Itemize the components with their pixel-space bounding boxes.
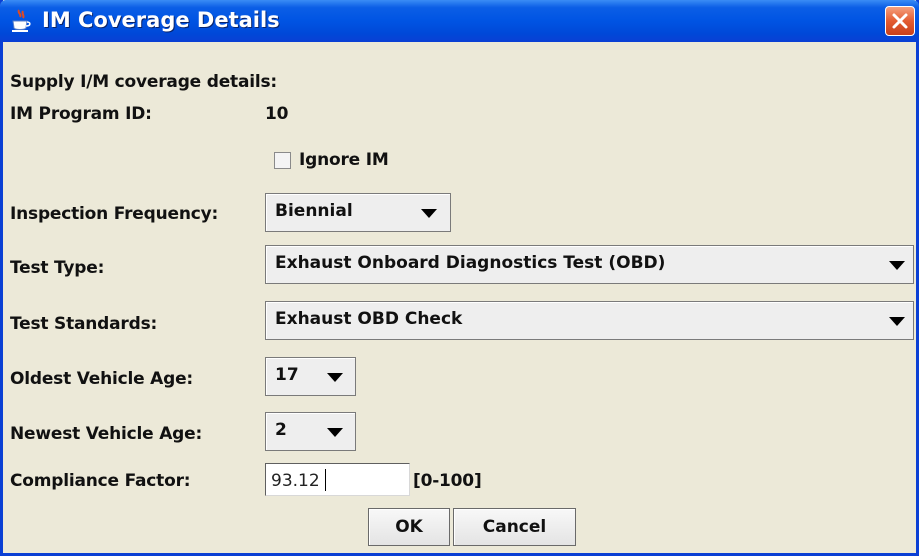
oldest-vehicle-age-dropdown[interactable]: 17 [265, 357, 356, 396]
compliance-factor-label: Compliance Factor: [10, 471, 191, 491]
text-caret [325, 469, 326, 491]
inspection-frequency-dropdown[interactable]: Biennial [265, 193, 451, 232]
compliance-factor-range: [0-100] [413, 471, 482, 491]
newest-vehicle-age-label: Newest Vehicle Age: [10, 424, 203, 444]
ignore-im-label[interactable]: Ignore IM [299, 150, 389, 170]
test-standards-label: Test Standards: [10, 314, 158, 334]
inspection-frequency-value: Biennial [275, 201, 353, 221]
java-coffee-cup-icon [12, 9, 31, 32]
inspection-frequency-label: Inspection Frequency: [10, 204, 219, 224]
window-title: IM Coverage Details [42, 8, 280, 32]
title-bar[interactable]: IM Coverage Details [0, 0, 919, 42]
test-type-dropdown[interactable]: Exhaust Onboard Diagnostics Test (OBD) [265, 245, 914, 284]
newest-vehicle-age-value: 2 [275, 420, 287, 440]
dropdown-arrow-icon [327, 428, 343, 437]
newest-vehicle-age-dropdown[interactable]: 2 [265, 412, 356, 451]
test-standards-value: Exhaust OBD Check [275, 309, 463, 329]
dropdown-arrow-icon [327, 373, 343, 382]
close-icon [892, 13, 908, 29]
dropdown-arrow-icon [889, 317, 905, 326]
program-id-label: IM Program ID: [10, 104, 152, 124]
im-coverage-dialog: IM Coverage Details Supply I/M coverage … [0, 0, 919, 556]
compliance-factor-input[interactable]: 93.12 [265, 463, 410, 496]
test-standards-dropdown[interactable]: Exhaust OBD Check [265, 301, 914, 340]
ok-button[interactable]: OK [368, 508, 450, 546]
test-type-label: Test Type: [10, 258, 105, 278]
close-button[interactable] [885, 6, 915, 36]
dialog-content: Supply I/M coverage details: IM Program … [3, 42, 916, 556]
dropdown-arrow-icon [421, 209, 437, 218]
program-id-value: 10 [265, 104, 289, 124]
compliance-factor-value: 93.12 [271, 471, 320, 491]
test-type-value: Exhaust Onboard Diagnostics Test (OBD) [275, 253, 666, 273]
dropdown-arrow-icon [889, 261, 905, 270]
ignore-im-checkbox[interactable] [274, 152, 291, 169]
cancel-button[interactable]: Cancel [453, 508, 576, 546]
form-heading: Supply I/M coverage details: [10, 72, 277, 92]
oldest-vehicle-age-label: Oldest Vehicle Age: [10, 369, 194, 389]
oldest-vehicle-age-value: 17 [275, 365, 299, 385]
